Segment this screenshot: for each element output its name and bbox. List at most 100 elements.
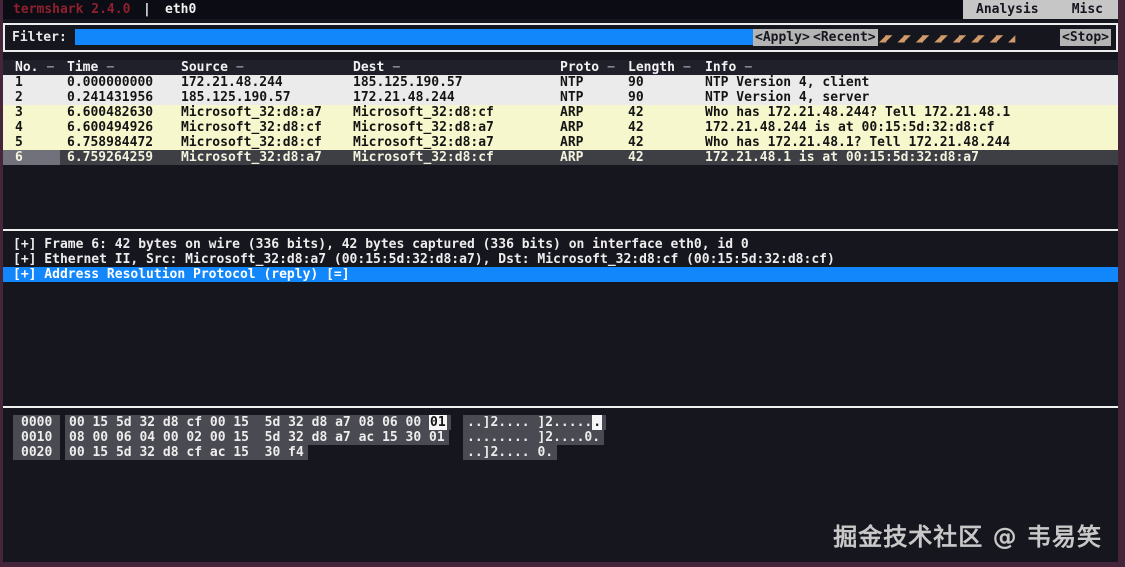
cell-proto: ARP [560,150,583,165]
cell-no: 6 [15,150,23,165]
hexdump-row: 0010 08 00 06 04 00 02 00 15 5d 32 d8 a7… [3,430,1118,445]
pane-separator [3,229,1118,231]
hex-offset: 0020 [13,445,60,460]
sort-toggle-icon[interactable]: − [744,60,752,75]
column-header-info[interactable]: Info− [705,60,752,75]
title-separator: | [143,0,151,19]
cell-dest: Microsoft_32:d8:cf [353,150,494,165]
filter-input[interactable] [75,29,753,45]
cell-dest: Microsoft_32:d8:a7 [353,135,494,150]
column-label: Time [67,60,98,75]
terminal-window-frame: termshark 2.4.0 | eth0 Analysis Misc Fil… [0,0,1125,567]
pane-separator [3,406,1118,408]
cell-source: 172.21.48.244 [181,75,283,90]
cell-length: 42 [628,120,644,135]
cell-no: 5 [15,135,23,150]
sort-toggle-icon[interactable]: − [392,60,400,75]
cell-info: Who has 172.21.48.1? Tell 172.21.48.244 [705,135,1010,150]
cell-source: 185.125.190.57 [181,90,291,105]
hexdump-row: 0000 00 15 5d 32 d8 cf 00 15 5d 32 d8 a7… [3,415,1118,430]
hex-bytes[interactable]: 00 15 5d 32 d8 cf 00 15 5d 32 d8 a7 08 0… [65,415,451,430]
sort-toggle-icon[interactable]: − [46,60,54,75]
ascii-bytes[interactable]: ........ ]2....0. [463,430,604,445]
cell-no: 4 [15,120,23,135]
capture-activity-icon: ◢◤ [897,31,909,45]
column-label: Dest [353,60,384,75]
packet-row-5[interactable]: 5 6.758984472 Microsoft_32:d8:cf Microso… [3,135,1118,150]
selected-ascii-char[interactable]: . [592,415,602,430]
cell-source: Microsoft_32:d8:cf [181,135,322,150]
cell-dest: 185.125.190.57 [353,75,463,90]
column-header-time[interactable]: Time− [67,60,114,75]
capture-activity-icon: ◢◤ [916,31,928,45]
sort-toggle-icon[interactable]: − [683,60,691,75]
ascii-bytes[interactable]: ..]2.... 0. [463,445,557,460]
hex-bytes-text: 00 15 5d 32 d8 cf 00 15 5d 32 d8 a7 08 0… [69,415,429,430]
filter-label: Filter: [12,25,67,50]
sort-toggle-icon[interactable]: − [607,60,615,75]
menu-item-analysis[interactable]: Analysis [976,0,1039,19]
column-header-proto[interactable]: Proto− [560,60,615,75]
cell-time: 6.600494926 [67,120,153,135]
sort-toggle-icon[interactable]: − [236,60,244,75]
cell-proto: NTP [560,75,583,90]
column-label: Source [181,60,228,75]
menu-item-misc[interactable]: Misc [1072,0,1103,19]
capture-activity-icon: ◢◤ [971,31,983,45]
selected-byte[interactable]: 01 [429,415,447,430]
cell-time: 6.759264259 [67,150,153,165]
selected-row-cursor-cell [3,150,60,165]
capture-activity-icon: ◢ [1008,31,1014,45]
cell-dest: Microsoft_32:d8:cf [353,105,494,120]
ascii-text: ..]2.... ]2..... [467,415,592,430]
cell-info: 172.21.48.1 is at 00:15:5d:32:d8:a7 [705,150,979,165]
column-header-source[interactable]: Source− [181,60,244,75]
detail-line-arp-selected[interactable]: [+] Address Resolution Protocol (reply) … [3,267,1118,282]
column-header-length[interactable]: Length− [628,60,691,75]
column-label: Info [705,60,736,75]
cell-source: Microsoft_32:d8:cf [181,120,322,135]
stop-button[interactable]: <Stop> [1060,29,1111,46]
detail-line-ethernet[interactable]: [+] Ethernet II, Src: Microsoft_32:d8:a7… [3,252,1118,267]
packet-row-2[interactable]: 2 0.241431956 185.125.190.57 172.21.48.2… [3,90,1118,105]
column-label: No. [15,60,38,75]
cell-proto: NTP [560,90,583,105]
cell-source: Microsoft_32:d8:a7 [181,150,322,165]
apply-button[interactable]: <Apply> [753,29,812,46]
title-bar: termshark 2.4.0 | eth0 Analysis Misc [3,0,1118,19]
menu-bar: Analysis Misc [963,0,1118,19]
packet-row-1[interactable]: 1 0.000000000 172.21.48.244 185.125.190.… [3,75,1118,90]
cell-length: 42 [628,150,644,165]
cell-no: 3 [15,105,23,120]
column-label: Proto [560,60,599,75]
cell-length: 42 [628,135,644,150]
column-header-dest[interactable]: Dest− [353,60,400,75]
hex-bytes[interactable]: 08 00 06 04 00 02 00 15 5d 32 d8 a7 ac 1… [65,430,449,445]
packet-row-3[interactable]: 3 6.600482630 Microsoft_32:d8:a7 Microso… [3,105,1118,120]
app-title: termshark 2.4.0 [13,0,130,19]
hex-offset: 0010 [13,430,60,445]
cell-source: Microsoft_32:d8:a7 [181,105,322,120]
cell-no: 1 [15,75,23,90]
cell-time: 6.758984472 [67,135,153,150]
cell-length: 90 [628,75,644,90]
column-label: Length [628,60,675,75]
sort-toggle-icon[interactable]: − [106,60,114,75]
column-header-no[interactable]: No.− [15,60,54,75]
cell-dest: 172.21.48.244 [353,90,455,105]
watermark-text: 掘金技术社区 @ 韦易笑 [833,517,1102,552]
ascii-bytes[interactable]: ..]2.... ]2...... [463,415,606,430]
hex-offset: 0000 [13,415,60,430]
packet-row-4[interactable]: 4 6.600494926 Microsoft_32:d8:cf Microso… [3,120,1118,135]
cell-time: 0.241431956 [67,90,153,105]
packet-list-header: No.− Time− Source− Dest− Proto− Length− … [3,60,1118,75]
cell-info: NTP Version 4, client [705,75,869,90]
detail-line-frame[interactable]: [+] Frame 6: 42 bytes on wire (336 bits)… [3,237,1118,252]
filter-bar: Filter: <Apply> <Recent> ◢◤ ◢◤ ◢◤ ◢◤ ◢◤ … [3,23,1118,52]
hexdump-row: 0020 00 15 5d 32 d8 cf ac 15 30 f4 ..]2.… [3,445,1118,460]
recent-button[interactable]: <Recent> [811,29,878,46]
packet-row-6-selected[interactable]: 6 6.759264259 Microsoft_32:d8:a7 Microso… [3,150,1118,165]
hex-bytes[interactable]: 00 15 5d 32 d8 cf ac 15 30 f4 [65,445,308,460]
termshark-screen: termshark 2.4.0 | eth0 Analysis Misc Fil… [3,0,1118,562]
cell-time: 0.000000000 [67,75,153,90]
